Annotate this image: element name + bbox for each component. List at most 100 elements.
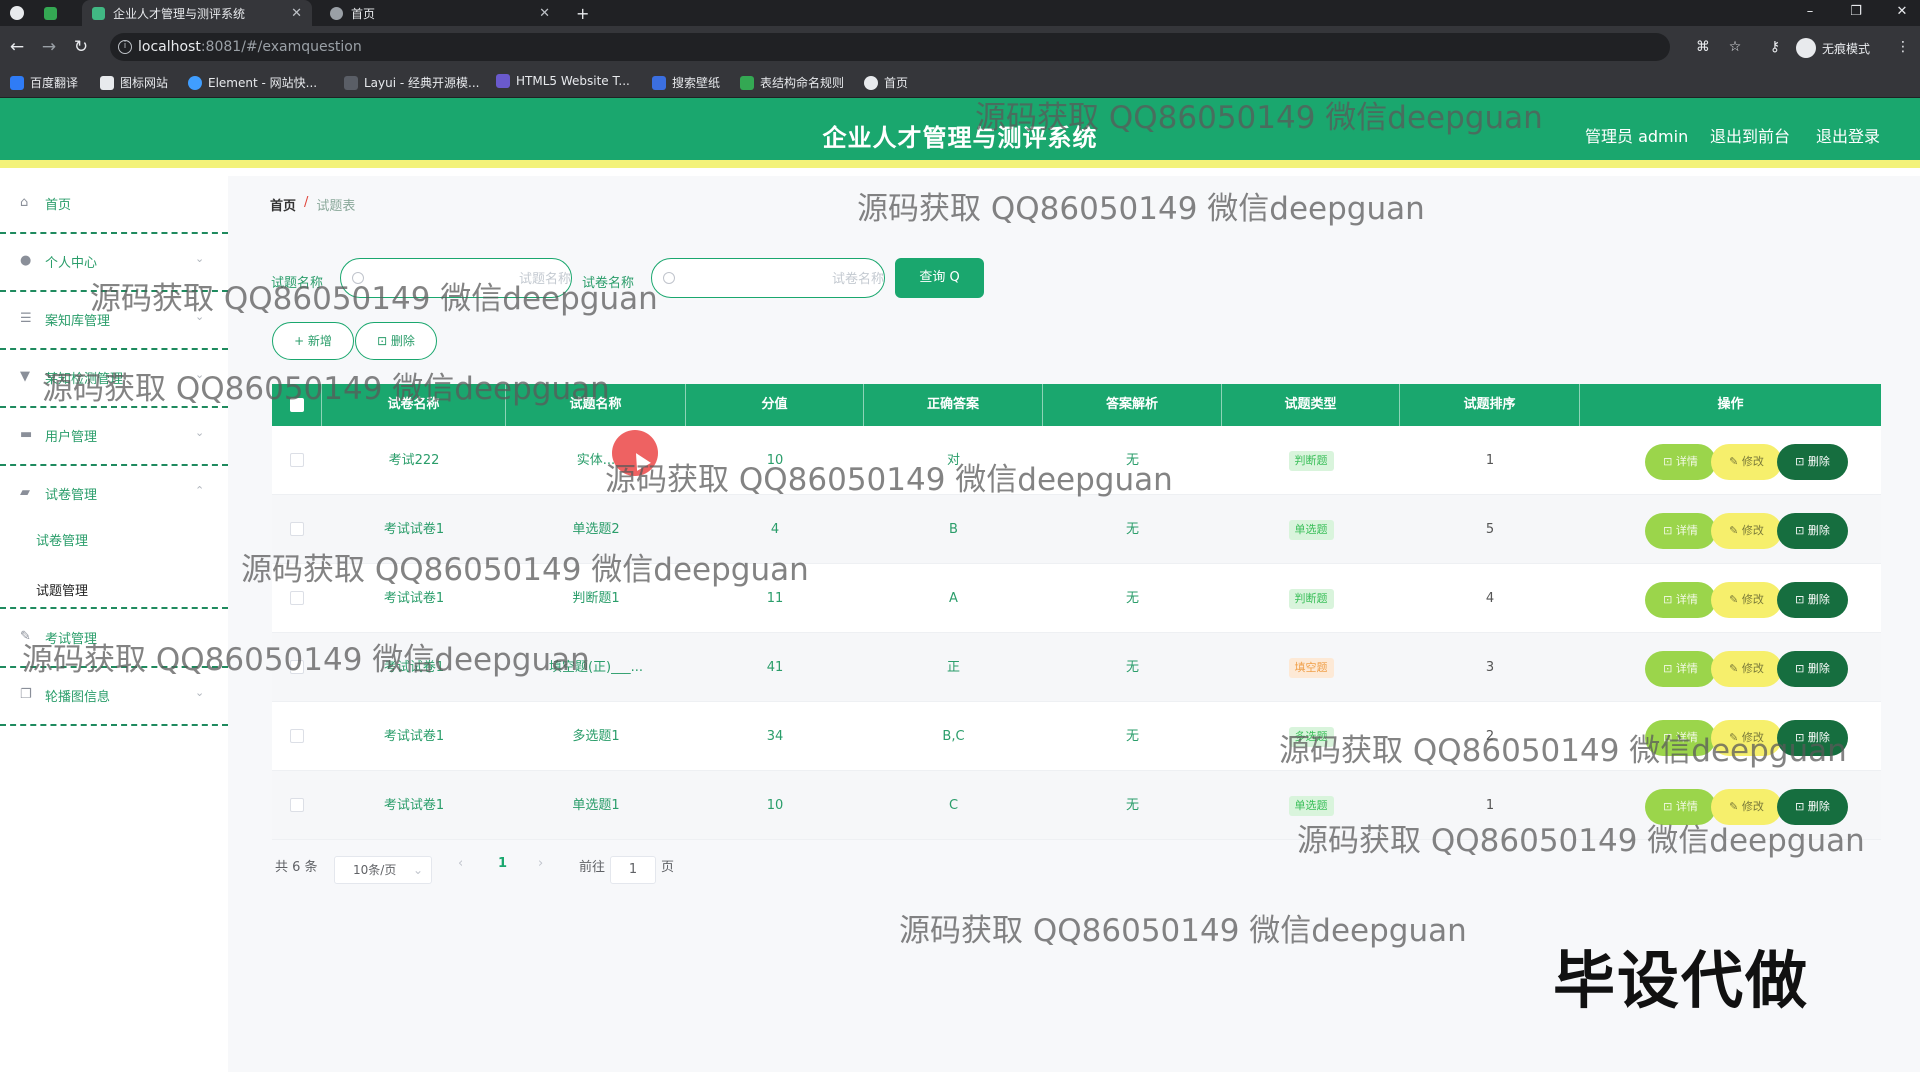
chevron-down-icon: ⌄ — [412, 863, 423, 877]
minimize-icon[interactable]: – — [1790, 0, 1830, 26]
row-checkbox[interactable] — [290, 798, 304, 812]
row-checkbox[interactable] — [290, 591, 304, 605]
url-host: localhost — [138, 39, 201, 55]
key-icon[interactable]: ⚷ — [1766, 38, 1784, 56]
logout-link[interactable]: 退出登录 — [1816, 123, 1880, 147]
cell-analysis: 无 — [1125, 522, 1139, 537]
restore-icon[interactable]: ❐ — [1836, 0, 1876, 26]
sidebar-item-users[interactable]: ▬ 用户管理 ⌄ — [0, 408, 228, 466]
bookmark-item[interactable]: Element - 网站快... — [188, 74, 317, 91]
bookmark-item[interactable]: 搜索壁纸 — [652, 74, 720, 91]
bookmark-label: 表结构命名规则 — [760, 76, 845, 90]
sidebar-item-label: 轮播图信息 — [45, 690, 111, 705]
delete-button[interactable]: ⊡ 删除 — [1777, 651, 1848, 687]
sidebar-item-home[interactable]: ⌂ 首页 — [0, 176, 228, 234]
row-checkbox[interactable] — [290, 522, 304, 536]
sidebar-subitem-questions[interactable]: 试题管理 — [36, 580, 88, 599]
sidebar-item-label: 个人中心 — [45, 256, 98, 271]
col-answer: 正确答案 — [864, 384, 1043, 426]
watermark: 源码获取 QQ86050149 微信deepguan — [899, 913, 1467, 949]
delete-button[interactable]: ⊡ 删除 — [1777, 582, 1848, 618]
translate-icon[interactable]: ⌘ — [1694, 38, 1712, 56]
close-icon[interactable]: ✕ — [291, 6, 302, 21]
cell-score: 41 — [766, 660, 784, 675]
browser-menu-icon[interactable] — [10, 0, 24, 26]
page-size-select[interactable]: 10条/页 ⌄ — [334, 856, 432, 884]
user-icon: ● — [20, 253, 32, 268]
divider — [0, 724, 228, 726]
col-sort: 试题排序 — [1400, 384, 1580, 426]
type-tag: 判断题 — [1288, 451, 1334, 471]
info-icon[interactable]: i — [118, 40, 132, 54]
delete-button[interactable]: ⊡ 删除 — [1777, 513, 1848, 549]
home-icon: ⌂ — [20, 195, 29, 210]
incognito-label: 无痕模式 — [1822, 41, 1871, 56]
watermark: 源码获取 QQ86050149 微信deepguan — [1279, 733, 1847, 769]
paper-name-input[interactable] — [651, 258, 885, 298]
new-tab-button[interactable]: + — [576, 0, 589, 26]
sidebar-item-papers[interactable]: ▰ 试卷管理 ⌃ — [0, 466, 228, 524]
bookmark-item[interactable]: HTML5 Website T... — [496, 74, 630, 88]
row-checkbox[interactable] — [290, 453, 304, 467]
type-tag: 单选题 — [1288, 520, 1334, 540]
watermark: 源码获取 QQ86050149 微信deepguan — [857, 191, 1425, 227]
star-icon[interactable]: ☆ — [1726, 38, 1744, 56]
query-button[interactable]: 查询 Q — [895, 258, 984, 298]
next-page-button[interactable]: › — [538, 856, 543, 871]
bookmark-item[interactable]: Layui - 经典开源模... — [344, 74, 479, 91]
cell-question: 单选题1 — [572, 798, 620, 813]
tab-title: 企业人才管理与测评系统 — [113, 6, 246, 21]
sidebar-item-label: 试卷管理 — [45, 488, 98, 503]
more-icon[interactable]: ⋮ — [1894, 38, 1912, 56]
url-path: :8081/#/examquestion — [200, 39, 362, 55]
monitor-icon: ▬ — [20, 427, 33, 442]
col-type: 试题类型 — [1222, 384, 1400, 426]
edit-button[interactable]: ✎ 修改 — [1711, 444, 1782, 480]
goto-page-input[interactable]: 1 — [610, 856, 656, 884]
cell-paper: 考试试卷1 — [383, 729, 445, 744]
bookmark-item[interactable]: 表结构命名规则 — [740, 74, 844, 91]
cell-paper: 考试222 — [388, 453, 440, 468]
back-to-front-link[interactable]: 退出到前台 — [1710, 123, 1790, 147]
bookmark-item[interactable]: 图标网站 — [100, 74, 168, 91]
close-icon[interactable]: ✕ — [539, 6, 550, 21]
bookmark-label: 图标网站 — [120, 76, 169, 90]
edit-button[interactable]: ✎ 修改 — [1711, 582, 1782, 618]
cell-sort: 5 — [1485, 522, 1495, 537]
incognito-indicator[interactable]: 无痕模式 — [1796, 38, 1870, 58]
cell-score: 10 — [766, 798, 784, 813]
tab-home[interactable]: 首页 ✕ — [330, 0, 560, 26]
close-window-icon[interactable]: ✕ — [1882, 0, 1920, 26]
forward-icon[interactable]: → — [36, 34, 62, 60]
detail-button[interactable]: ⊡ 详情 — [1645, 513, 1716, 549]
detail-button[interactable]: ⊡ 详情 — [1645, 651, 1716, 687]
type-tag: 填空题 — [1288, 658, 1334, 678]
edit-button[interactable]: ✎ 修改 — [1711, 651, 1782, 687]
cell-answer: B — [949, 522, 958, 537]
bookmark-label: Layui - 经典开源模... — [364, 76, 480, 90]
sidebar-subitem-papers[interactable]: 试卷管理 — [36, 530, 88, 549]
url-field[interactable]: i localhost:8081/#/examquestion — [110, 33, 1670, 61]
prev-page-button[interactable]: ‹ — [458, 856, 463, 871]
page-unit-label: 页 — [661, 860, 675, 875]
breadcrumb-home[interactable]: 首页 — [270, 195, 296, 214]
detail-button[interactable]: ⊡ 详情 — [1645, 444, 1716, 480]
type-tag: 判断题 — [1288, 589, 1334, 609]
detail-button[interactable]: ⊡ 详情 — [1645, 582, 1716, 618]
type-tag: 单选题 — [1288, 796, 1334, 816]
edit-button[interactable]: ✎ 修改 — [1711, 513, 1782, 549]
pagination-total: 共 6 条 — [275, 860, 318, 875]
page-number-1[interactable]: 1 — [498, 856, 507, 871]
cell-sort: 4 — [1485, 591, 1495, 606]
reload-icon[interactable]: ↻ — [68, 34, 94, 60]
back-icon[interactable]: ← — [4, 34, 30, 60]
bookmark-item[interactable]: 百度翻译 — [10, 74, 78, 91]
browser-tabbar: 企业人才管理与测评系统 ✕ 首页 ✕ + – ❐ ✕ — [0, 0, 1920, 26]
bookmark-item[interactable]: 首页 — [864, 74, 908, 91]
batch-delete-button[interactable]: ⊡ 删除 — [355, 322, 437, 360]
row-checkbox[interactable] — [290, 729, 304, 743]
goto-label: 前往 — [579, 860, 606, 875]
add-button[interactable]: + 新增 — [272, 322, 354, 360]
delete-button[interactable]: ⊡ 删除 — [1777, 444, 1848, 480]
tab-active[interactable]: 企业人才管理与测评系统 ✕ — [82, 0, 312, 26]
